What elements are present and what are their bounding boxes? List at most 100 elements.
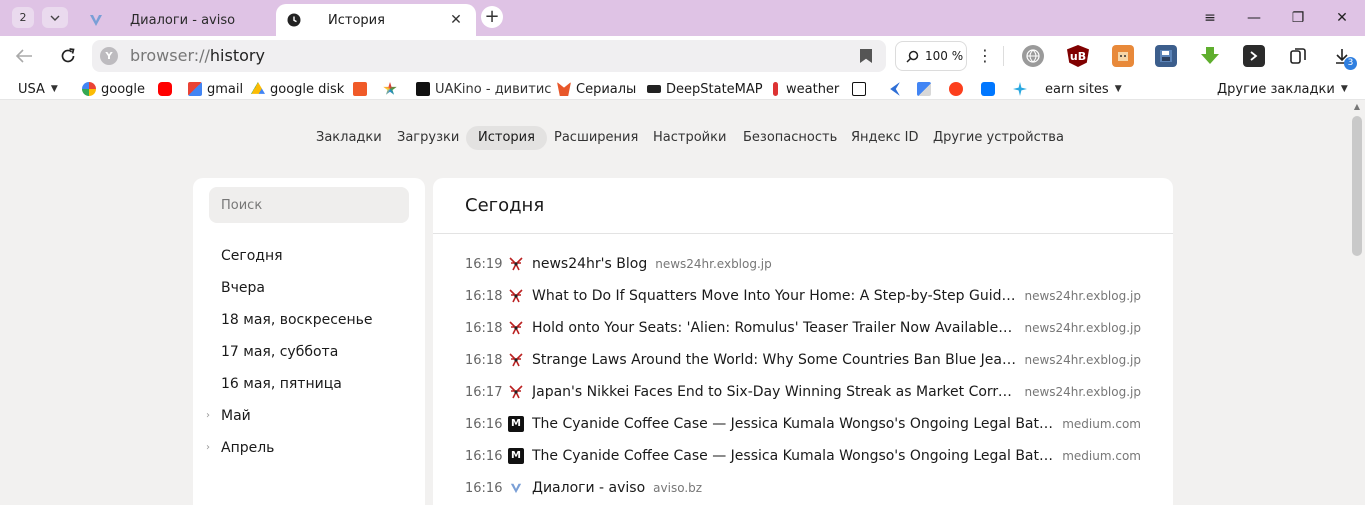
entry-title[interactable]: The Cyanide Coffee Case — Jessica Kumala… (532, 416, 1054, 432)
tab-extensions[interactable]: Расширения (542, 126, 650, 150)
exblog-icon (508, 288, 524, 304)
bookmark-yandex[interactable] (949, 80, 968, 98)
other-bookmarks-folder[interactable]: Другие закладки ▼ (1217, 80, 1348, 98)
history-search-input[interactable] (209, 187, 409, 223)
bookmark-folder-earn-sites[interactable]: earn sites ▼ (1045, 80, 1122, 98)
ublock-extension-icon[interactable]: uB (1067, 45, 1089, 67)
collections-icon[interactable] (1287, 45, 1309, 67)
tab-bookmarks[interactable]: Закладки (304, 126, 394, 150)
tab-history[interactable]: История ✕ (276, 4, 476, 36)
browser-menu-icon[interactable]: ≡ (1200, 8, 1220, 28)
close-tab-icon[interactable]: ✕ (448, 12, 464, 28)
terminal-extension-icon[interactable] (1243, 45, 1265, 67)
tab-history[interactable]: История (466, 126, 547, 150)
bookmark-icon[interactable] (860, 49, 872, 63)
bookmark-folder-usa[interactable]: USA ▼ (18, 80, 58, 98)
sidebar-item-may-18[interactable]: 18 мая, воскресенье (221, 310, 373, 330)
scroll-up-arrow-icon[interactable]: ▲ (1352, 103, 1362, 111)
back-button[interactable] (12, 44, 36, 68)
tab-aviso[interactable]: Диалоги - aviso (78, 4, 268, 36)
download-extension-icon[interactable] (1199, 45, 1221, 67)
bookmark-google[interactable]: google (82, 80, 145, 98)
history-entry[interactable]: 16:18 What to Do If Squatters Move Into … (465, 286, 1141, 306)
tab-title: История (328, 12, 385, 28)
history-entry[interactable]: 16:16 M The Cyanide Coffee Case — Jessic… (465, 446, 1141, 466)
zoom-level: 100 % (925, 49, 964, 63)
sidebar-item-yesterday[interactable]: Вчера (221, 278, 265, 298)
tab-settings[interactable]: Настройки (641, 126, 738, 150)
tab-other-devices[interactable]: Другие устройства (921, 126, 1076, 150)
entry-domain[interactable]: news24hr.exblog.jp (1024, 289, 1141, 303)
translator-extension-icon[interactable] (1112, 45, 1134, 67)
address-bar[interactable]: Y browser://history (92, 40, 886, 72)
bookmark-uakino[interactable]: UAKino - дивитис (416, 80, 551, 98)
bookmark-kyivstar[interactable] (1013, 80, 1032, 98)
entry-domain[interactable]: medium.com (1062, 417, 1141, 431)
entry-title[interactable]: Japan's Nikkei Faces End to Six-Day Winn… (532, 384, 1016, 400)
bookmark-weather[interactable]: weather (771, 80, 839, 98)
bookmark-star-site[interactable] (383, 80, 402, 98)
bookmark-google-disk[interactable]: google disk (251, 80, 344, 98)
entry-domain[interactable]: aviso.bz (653, 481, 702, 495)
history-entry[interactable]: 16:17 Japan's Nikkei Faces End to Six-Da… (465, 382, 1141, 402)
entry-domain[interactable]: news24hr.exblog.jp (1024, 353, 1141, 367)
history-entry[interactable]: 16:19 news24hr's Blog news24hr.exblog.jp (465, 254, 1141, 274)
reload-button[interactable] (56, 44, 80, 68)
yandex-shield-icon[interactable]: Y (100, 47, 118, 65)
chevron-right-icon[interactable]: › (206, 442, 210, 453)
tab-count-button[interactable]: 2 (12, 7, 34, 28)
new-tab-button[interactable]: + (481, 6, 503, 28)
minimize-icon[interactable]: — (1244, 8, 1264, 28)
entry-title[interactable]: news24hr's Blog (532, 256, 647, 272)
entry-title[interactable]: The Cyanide Coffee Case — Jessica Kumala… (532, 448, 1054, 464)
bookmark-vk[interactable] (981, 80, 1000, 98)
entry-title[interactable]: Hold onto Your Seats: 'Alien: Romulus' T… (532, 320, 1016, 336)
zoom-button[interactable]: 100 % (895, 41, 967, 71)
entry-title[interactable]: Strange Laws Around the World: Why Some … (532, 352, 1016, 368)
yandex-icon (949, 82, 963, 96)
bookmark-serialy[interactable]: Сериалы (557, 80, 636, 98)
entry-title[interactable]: Диалоги - aviso (532, 480, 645, 496)
entry-time: 16:16 (465, 480, 503, 496)
page-scrollbar-thumb[interactable] (1352, 116, 1362, 256)
aviso-v-icon (508, 480, 524, 496)
close-window-icon[interactable]: ✕ (1332, 8, 1352, 28)
bookmark-arrow-site[interactable] (886, 80, 905, 98)
tab-list-dropdown-button[interactable] (42, 7, 68, 28)
history-entry[interactable]: 16:18 Hold onto Your Seats: 'Alien: Romu… (465, 318, 1141, 338)
more-options-icon[interactable]: ⋮ (975, 46, 995, 66)
url-text[interactable]: browser://history (130, 46, 265, 65)
entry-domain[interactable]: news24hr.exblog.jp (1024, 321, 1141, 335)
entry-domain[interactable]: news24hr.exblog.jp (655, 257, 772, 271)
sidebar-item-may-17[interactable]: 17 мая, суббота (221, 342, 338, 362)
tab-downloads[interactable]: Загрузки (385, 126, 471, 150)
tab-security[interactable]: Безопасность (731, 126, 849, 150)
arrow-left-icon (15, 49, 32, 63)
entry-domain[interactable]: medium.com (1062, 449, 1141, 463)
bookmark-bc[interactable] (852, 80, 871, 98)
history-entry[interactable]: 16:16 Диалоги - aviso aviso.bz (465, 478, 1141, 498)
save-extension-icon[interactable] (1155, 45, 1177, 67)
bookmark-gmail[interactable]: gmail (188, 80, 243, 98)
entry-title[interactable]: What to Do If Squatters Move Into Your H… (532, 288, 1016, 304)
restore-icon[interactable]: ❐ (1288, 8, 1308, 28)
bookmark-google-translate[interactable] (917, 80, 936, 98)
downloads-count-badge: 3 (1344, 57, 1357, 70)
chevron-right-icon[interactable]: › (206, 410, 210, 421)
tab-yandex-id[interactable]: Яндекс ID (839, 126, 931, 150)
chevron-down-icon: ▼ (1340, 84, 1348, 94)
bookmark-f-site[interactable] (353, 80, 372, 98)
sidebar-item-today[interactable]: Сегодня (221, 246, 283, 266)
globe-extension-icon[interactable] (1022, 45, 1044, 67)
sidebar-item-april[interactable]: Апрель (221, 438, 274, 458)
bookmark-youtube[interactable] (158, 80, 177, 98)
bookmark-deepstatemap[interactable]: DeepStateMAP (647, 80, 763, 98)
sidebar-item-may[interactable]: Май (221, 406, 251, 426)
entry-domain[interactable]: news24hr.exblog.jp (1024, 385, 1141, 399)
sidebar-item-may-16[interactable]: 16 мая, пятница (221, 374, 342, 394)
exblog-icon (508, 320, 524, 336)
chevron-down-icon: ▼ (50, 84, 58, 94)
history-entry[interactable]: 16:18 Strange Laws Around the World: Why… (465, 350, 1141, 370)
exblog-icon (508, 384, 524, 400)
history-entry[interactable]: 16:16 M The Cyanide Coffee Case — Jessic… (465, 414, 1141, 434)
